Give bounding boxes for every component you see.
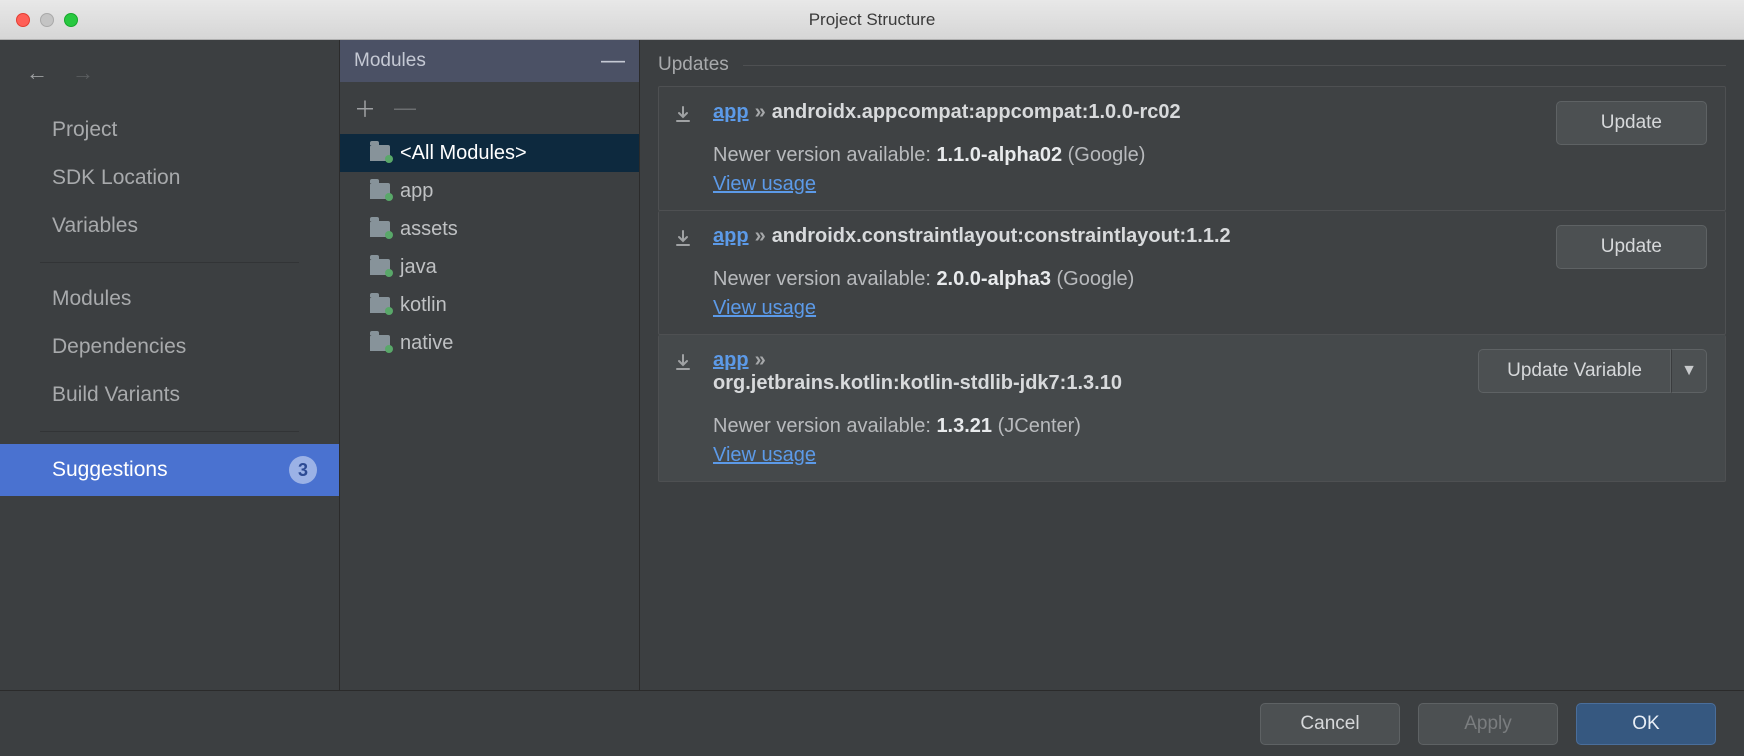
sidebar-item-dependencies[interactable]: Dependencies <box>0 323 339 371</box>
module-item-kotlin[interactable]: kotlin <box>340 286 639 324</box>
update-card[interactable]: app»androidx.constraintlayout:constraint… <box>658 211 1726 335</box>
app-module-link[interactable]: app <box>713 101 749 123</box>
folder-icon <box>370 183 390 199</box>
download-icon <box>673 349 695 467</box>
update-variable-button[interactable]: Update Variable <box>1478 349 1671 393</box>
collapse-icon[interactable]: — <box>601 47 625 75</box>
library-coordinates: androidx.constraintlayout:constraintlayo… <box>772 225 1231 247</box>
module-item-label: java <box>400 256 437 279</box>
modules-header-label: Modules <box>354 50 426 72</box>
nav-forward-icon: → <box>72 60 94 86</box>
sidebar-item-variables[interactable]: Variables <box>0 202 339 250</box>
titlebar: Project Structure <box>0 0 1744 40</box>
update-variable-dropdown[interactable]: Update Variable ▼ <box>1478 349 1707 393</box>
section-divider <box>743 65 1726 66</box>
add-module-icon[interactable]: ＋ <box>354 92 376 124</box>
remove-module-icon[interactable]: — <box>394 95 416 121</box>
update-card[interactable]: app»androidx.appcompat:appcompat:1.0.0-r… <box>658 86 1726 211</box>
module-item-label: <All Modules> <box>400 142 527 165</box>
sidebar: ← → Project SDK Location Variables Modul… <box>0 40 340 690</box>
folder-icon <box>370 145 390 161</box>
modules-header: Modules — <box>340 40 639 82</box>
sidebar-item-project[interactable]: Project <box>0 106 339 154</box>
update-button[interactable]: Update <box>1556 225 1707 269</box>
module-item-label: app <box>400 180 433 203</box>
main-content: Updates app»androidx.appcompat:appcompat… <box>640 40 1744 690</box>
suggestions-count-badge: 3 <box>289 456 317 484</box>
module-item-app[interactable]: app <box>340 172 639 210</box>
modules-panel: Modules — ＋ — <All Modules> app assets j… <box>340 40 640 690</box>
newer-version-text: Newer version available: 1.1.0-alpha02 (… <box>713 144 1538 167</box>
ok-button[interactable]: OK <box>1576 703 1716 745</box>
folder-icon <box>370 221 390 237</box>
module-item-label: native <box>400 332 453 355</box>
sidebar-item-label: Suggestions <box>52 458 168 482</box>
apply-button[interactable]: Apply <box>1418 703 1558 745</box>
update-button[interactable]: Update <box>1556 101 1707 145</box>
library-coordinates: androidx.appcompat:appcompat:1.0.0-rc02 <box>772 101 1181 123</box>
module-item-java[interactable]: java <box>340 248 639 286</box>
chevron-down-icon[interactable]: ▼ <box>1671 349 1707 393</box>
sidebar-separator <box>40 431 299 432</box>
sidebar-item-suggestions[interactable]: Suggestions 3 <box>0 444 339 496</box>
app-module-link[interactable]: app <box>713 225 749 247</box>
download-icon <box>673 101 695 196</box>
download-icon <box>673 225 695 320</box>
app-module-link[interactable]: app <box>713 349 749 371</box>
dialog-footer: Cancel Apply OK <box>0 690 1744 756</box>
module-item-label: kotlin <box>400 294 447 317</box>
module-item-label: assets <box>400 218 458 241</box>
nav-back-icon[interactable]: ← <box>26 60 48 86</box>
library-coordinates: org.jetbrains.kotlin:kotlin-stdlib-jdk7:… <box>713 372 1122 394</box>
view-usage-link[interactable]: View usage <box>713 173 816 196</box>
sidebar-item-modules[interactable]: Modules <box>0 275 339 323</box>
folder-icon <box>370 335 390 351</box>
update-card[interactable]: app»org.jetbrains.kotlin:kotlin-stdlib-j… <box>658 335 1726 482</box>
folder-icon <box>370 259 390 275</box>
updates-section-title: Updates <box>658 54 729 76</box>
cancel-button[interactable]: Cancel <box>1260 703 1400 745</box>
sidebar-separator <box>40 262 299 263</box>
sidebar-item-sdk-location[interactable]: SDK Location <box>0 154 339 202</box>
view-usage-link[interactable]: View usage <box>713 444 816 467</box>
module-item-assets[interactable]: assets <box>340 210 639 248</box>
window-title: Project Structure <box>0 10 1744 30</box>
sidebar-item-build-variants[interactable]: Build Variants <box>0 371 339 419</box>
module-item-native[interactable]: native <box>340 324 639 362</box>
view-usage-link[interactable]: View usage <box>713 297 816 320</box>
module-item-all[interactable]: <All Modules> <box>340 134 639 172</box>
newer-version-text: Newer version available: 2.0.0-alpha3 (G… <box>713 268 1538 291</box>
folder-icon <box>370 297 390 313</box>
newer-version-text: Newer version available: 1.3.21 (JCenter… <box>713 415 1460 438</box>
